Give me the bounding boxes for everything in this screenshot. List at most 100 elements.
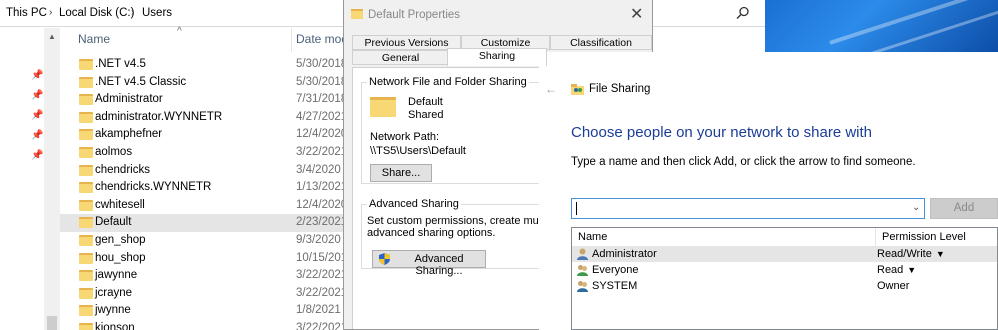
file-row[interactable]: gen_shop 9/3/2020 8: [60, 232, 360, 250]
tab-general[interactable]: General: [352, 50, 449, 65]
search-icon[interactable]: [736, 6, 750, 20]
file-row[interactable]: .NET v4.5 Classic 5/30/2018: [60, 74, 360, 92]
file-row[interactable]: akamphefner 12/4/2020: [60, 126, 360, 144]
file-name: Default: [95, 216, 132, 229]
file-row[interactable]: chendricks 3/4/2020 1: [60, 162, 360, 180]
file-date: 1/13/2021: [296, 181, 348, 194]
page-heading: Choose people on your network to share w…: [571, 124, 873, 141]
permission-level: Read: [877, 264, 904, 276]
file-date: 3/22/2021: [296, 321, 348, 330]
folder-name: Default: [408, 96, 443, 108]
file-date: 3/22/2021: [296, 269, 348, 282]
navigation-scrollbar[interactable]: ▲: [44, 28, 60, 330]
instruction-text: Type a name and then click Add, or click…: [571, 156, 916, 168]
permission-level-dropdown[interactable]: Read ▼: [877, 264, 916, 276]
file-list: .NET v4.5 5/30/2018 .NET v4.5 Classic 5/30…: [60, 56, 360, 330]
user-name: Administrator: [592, 248, 657, 260]
folder-icon: [79, 270, 93, 282]
dropdown-arrow-icon[interactable]: ▼: [936, 249, 945, 259]
folder-icon: [79, 129, 93, 141]
network-path: \\TS5\Users\Default: [370, 145, 466, 157]
user-icon: [577, 248, 588, 260]
file-name: jwynne: [95, 304, 131, 317]
group-title: Network File and Folder Sharing: [367, 76, 529, 88]
breadcrumb-local-disk[interactable]: Local Disk (C:): [59, 7, 134, 19]
close-icon[interactable]: ✕: [630, 4, 643, 24]
folder-share-state: Shared: [408, 109, 444, 121]
text-cursor: [576, 202, 577, 215]
folder-icon: [79, 76, 93, 88]
back-arrow-icon[interactable]: ←: [545, 82, 557, 96]
user-row[interactable]: Administrator Read/Write ▼: [572, 246, 997, 262]
shared-folder-icon: [370, 97, 396, 117]
file-name: akamphefner: [95, 128, 163, 141]
folder-icon: [79, 322, 93, 330]
folder-icon: [79, 182, 93, 194]
pin-icon: 📌: [31, 90, 44, 101]
file-date: 7/31/2018: [296, 93, 348, 106]
permission-level: Read/Write: [877, 248, 932, 260]
file-row[interactable]: kjonson 3/22/2021: [60, 320, 360, 330]
advanced-sharing-description-2: advanced sharing options.: [367, 227, 496, 239]
file-name: chendricks.WYNNETR: [95, 181, 212, 194]
dialog-title: Default Properties: [368, 9, 461, 21]
dropdown-arrow-icon[interactable]: ▼: [907, 265, 916, 275]
file-row[interactable]: administrator.WYNNETR 4/27/2021: [60, 109, 360, 127]
file-date: 12/4/2020: [296, 128, 348, 141]
file-row[interactable]: Administrator 7/31/2018: [60, 91, 360, 109]
group-title: Advanced Sharing: [367, 198, 461, 210]
file-name: cwhitesell: [95, 198, 145, 211]
breadcrumb-users[interactable]: Users: [142, 7, 172, 19]
tab-sharing[interactable]: Sharing: [447, 48, 547, 66]
file-row[interactable]: jwynne 1/8/2021 4: [60, 302, 360, 320]
uac-shield-icon: [379, 253, 390, 265]
pin-icon: 📌: [31, 70, 44, 81]
sort-ascending-icon: ^: [177, 26, 182, 37]
column-header-name[interactable]: Name: [572, 228, 875, 246]
file-row[interactable]: jawynne 3/22/2021: [60, 267, 360, 285]
file-row[interactable]: hou_shop 10/15/2018: [60, 250, 360, 268]
folder-icon: [79, 217, 93, 229]
share-button[interactable]: Share...: [370, 164, 432, 182]
file-date: 4/27/2021: [296, 110, 348, 123]
network-path-label: Network Path:: [370, 131, 440, 143]
desktop-background: [765, 0, 998, 52]
user-row[interactable]: SYSTEM Owner: [572, 278, 997, 294]
file-date: 12/4/2020: [296, 198, 348, 211]
chevron-down-icon[interactable]: ⌄: [912, 202, 920, 213]
breadcrumb-separator-icon: ›: [131, 7, 135, 18]
folder-icon: [79, 94, 93, 106]
user-name: SYSTEM: [592, 280, 638, 292]
tab-previous-versions[interactable]: Previous Versions: [352, 35, 461, 50]
file-row[interactable]: chendricks.WYNNETR 1/13/2021: [60, 179, 360, 197]
column-header-name[interactable]: Name: [78, 32, 110, 46]
advanced-sharing-button[interactable]: Advanced Sharing...: [372, 250, 486, 277]
file-name: chendricks: [95, 163, 150, 176]
permission-level: Owner: [877, 280, 910, 292]
file-row[interactable]: aolmos 3/22/2021: [60, 144, 360, 162]
file-row[interactable]: cwhitesell 12/4/2020: [60, 197, 360, 215]
folder-icon: [79, 59, 93, 70]
folder-icon: [79, 252, 93, 264]
column-divider[interactable]: [291, 28, 292, 52]
file-name: .NET v4.5 Classic: [95, 75, 187, 88]
name-combobox[interactable]: ⌄: [571, 198, 925, 219]
scroll-up-icon[interactable]: ▲: [48, 32, 56, 41]
user-row[interactable]: Everyone Read ▼: [572, 262, 997, 278]
scrollbar-thumb[interactable]: [47, 316, 57, 330]
folder-icon: [351, 9, 363, 19]
file-sharing-window: ← File Sharing Choose people on your net…: [539, 52, 998, 330]
file-row[interactable]: jcrayne 3/22/2021: [60, 285, 360, 303]
file-row-selected[interactable]: Default 2/23/2021: [60, 214, 360, 232]
tab-classification[interactable]: Classification: [550, 35, 652, 50]
add-button[interactable]: Add: [930, 198, 998, 219]
folder-icon: [79, 164, 93, 176]
file-name: kjonson: [95, 321, 135, 330]
advanced-sharing-button-label: Advanced Sharing...: [414, 253, 464, 277]
column-header-permission[interactable]: Permission Level: [876, 228, 997, 246]
permission-level-dropdown[interactable]: Read/Write ▼: [877, 248, 945, 260]
file-name: hou_shop: [95, 251, 146, 264]
folder-icon: [79, 146, 93, 158]
file-row[interactable]: .NET v4.5 5/30/2018: [60, 56, 360, 74]
breadcrumb-this-pc[interactable]: This PC: [6, 7, 47, 19]
